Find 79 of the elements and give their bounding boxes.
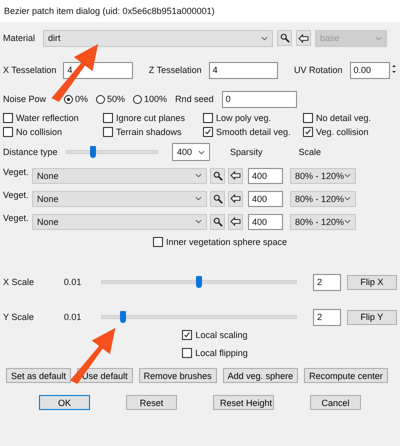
- scale-label: X Scale: [3, 277, 36, 287]
- noise-radio[interactable]: 100%: [133, 94, 168, 104]
- distance-type-label: Distance type: [3, 147, 59, 157]
- distance-dropdown[interactable]: 400: [172, 143, 210, 161]
- option-checkbox[interactable]: Ignore cut planes: [103, 113, 186, 123]
- vegetation-dropdown[interactable]: None: [32, 168, 207, 184]
- option-checkbox[interactable]: Water reflection: [3, 113, 79, 123]
- rnd-seed-label: Rnd seed: [175, 94, 214, 104]
- option-checkbox[interactable]: Smooth detail veg.: [203, 127, 291, 137]
- sparsity-field[interactable]: 400: [248, 190, 283, 206]
- noise-power-label: Noise Pow: [3, 94, 46, 104]
- search-icon[interactable]: [210, 214, 225, 230]
- uv-rotation-field[interactable]: 0.00: [350, 62, 390, 78]
- search-icon[interactable]: [210, 190, 225, 206]
- local-checkbox[interactable]: Local scaling: [182, 330, 248, 340]
- inner-sphere-checkbox[interactable]: Inner vegetation sphere space: [152, 237, 288, 247]
- scale-dropdown[interactable]: 80% - 120%: [290, 168, 356, 184]
- scale-slider[interactable]: [101, 310, 298, 324]
- caret-icon: [198, 150, 205, 154]
- sparsity-field[interactable]: 400: [248, 214, 283, 230]
- tesselation-field[interactable]: 4: [208, 62, 278, 78]
- option-checkbox[interactable]: No detail veg.: [303, 113, 372, 123]
- flip-button[interactable]: Flip X: [346, 274, 397, 290]
- caret-icon: [344, 196, 351, 201]
- slider-thumb[interactable]: [196, 276, 202, 288]
- action-button[interactable]: Set as default: [6, 368, 72, 383]
- scale-min-value: 0.01: [64, 277, 82, 287]
- caret-icon: [344, 219, 351, 224]
- vegetation-label: Veget.: [3, 213, 29, 223]
- check-icon: [183, 331, 192, 339]
- window-title: Bezier patch item dialog (uid: 0x5e6c8b951a000001): [0, 0, 400, 22]
- noise-radio[interactable]: 0%: [64, 94, 88, 104]
- scale-label: Y Scale: [3, 312, 35, 322]
- vegetation-label: Veget.: [3, 190, 29, 200]
- check-icon: [304, 128, 312, 136]
- search-icon[interactable]: [210, 168, 225, 184]
- caret-icon: [195, 196, 202, 201]
- scale-dropdown[interactable]: 80% - 120%: [290, 190, 356, 206]
- check-icon: [204, 128, 212, 136]
- vegetation-dropdown[interactable]: None: [32, 214, 207, 230]
- scale-field[interactable]: 2: [313, 274, 341, 290]
- action-button[interactable]: Remove brushes: [138, 368, 217, 383]
- vegetation-label: Veget.: [3, 167, 29, 177]
- distance-slider[interactable]: [66, 145, 158, 159]
- sparsity-header: Sparsity: [230, 147, 263, 157]
- caret-icon: [195, 219, 202, 224]
- action-button[interactable]: Recompute center: [304, 368, 388, 383]
- option-checkbox[interactable]: Terrain shadows: [103, 127, 182, 137]
- scale-min-value: 0.01: [64, 312, 82, 322]
- option-checkbox[interactable]: No collision: [3, 127, 62, 137]
- sparsity-field[interactable]: 400: [248, 168, 283, 184]
- scale-dropdown[interactable]: 80% - 120%: [290, 214, 356, 230]
- material-dropdown[interactable]: dirt: [43, 30, 274, 46]
- dialog-button[interactable]: Reset: [126, 395, 177, 410]
- dialog-button[interactable]: OK: [39, 395, 90, 410]
- tesselation-label: Z Tesselation: [148, 65, 202, 75]
- scale-header: Scale: [298, 147, 322, 157]
- dialog-button[interactable]: Reset Height: [213, 395, 274, 410]
- vegetation-dropdown[interactable]: None: [32, 190, 207, 206]
- noise-radio[interactable]: 50%: [96, 94, 126, 104]
- caret-icon: [261, 36, 268, 40]
- scale-slider[interactable]: [101, 275, 298, 289]
- caret-icon: [375, 36, 382, 40]
- material-label: Material: [3, 33, 36, 43]
- rnd-seed-field[interactable]: 0: [222, 90, 297, 108]
- tesselation-label: X Tesselation: [3, 65, 56, 75]
- option-checkbox[interactable]: Low poly veg.: [203, 113, 272, 123]
- search-icon[interactable]: [277, 30, 292, 46]
- scale-field[interactable]: 2: [313, 308, 341, 326]
- flip-button[interactable]: Flip Y: [346, 310, 397, 324]
- uv-rotation-label: UV Rotation: [294, 65, 342, 75]
- caret-icon: [344, 173, 351, 178]
- action-button[interactable]: Add veg. sphere: [222, 368, 298, 383]
- dialog-button[interactable]: Cancel: [310, 395, 361, 410]
- option-checkbox[interactable]: Veg. collision: [303, 127, 369, 137]
- slider-thumb[interactable]: [120, 311, 126, 323]
- slider-thumb[interactable]: [90, 146, 96, 158]
- caret-icon: [195, 173, 202, 178]
- local-checkbox[interactable]: Local flipping: [182, 348, 248, 358]
